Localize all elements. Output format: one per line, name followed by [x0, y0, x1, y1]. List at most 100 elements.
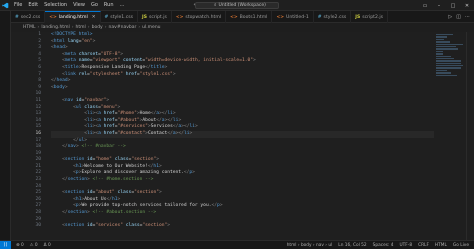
code-area[interactable]: <!DOCTYPE html> <html lang="en"> <head> <m…	[51, 32, 434, 230]
editor-tab[interactable]: JS script.js	[138, 11, 172, 23]
code-line[interactable]: <nav id="navbar">	[51, 98, 434, 105]
editor-tab[interactable]: JS script2.js	[351, 11, 389, 23]
code-token: Responsive Landing Page	[81, 64, 146, 70]
more-actions-icon[interactable]: ⋯	[465, 14, 470, 20]
editor-actions: ▷ ◫ ⋯	[448, 11, 474, 22]
code-token: >	[64, 84, 68, 90]
code-token: rel	[75, 71, 88, 77]
code-editor[interactable]: 1 2 3 4 5 6 7 8 9 10 11 12 13 14 15 16 17 18 19 20 21 22 23 24 2…	[11, 32, 474, 240]
breadcrumb-item[interactable]: nav#navbar	[109, 25, 137, 30]
code-line[interactable]: <!DOCTYPE html>	[51, 32, 434, 39]
remote-indicator-icon[interactable]: ⟩⟨	[0, 240, 11, 249]
code-line[interactable]: <li><a href="#home">Home</a></li>	[51, 111, 434, 118]
code-token: Explore and discover amazing content.	[81, 170, 184, 176]
code-token: nav	[67, 144, 76, 150]
code-token: "section"	[131, 157, 157, 163]
code-token: href	[100, 130, 115, 136]
vscode-logo-icon	[0, 0, 11, 11]
minimap[interactable]	[436, 34, 464, 94]
breadcrumb-item[interactable]: landing.html	[41, 25, 69, 30]
code-token: >	[172, 111, 176, 117]
menu-item-selection[interactable]: Selection	[41, 0, 70, 11]
search-icon: ⌕	[214, 3, 217, 8]
code-line[interactable]: </section> <!-- #home.section -->	[51, 177, 434, 184]
split-editor-icon[interactable]: ◫	[456, 14, 461, 20]
layout-icon[interactable]: ▭	[418, 0, 432, 11]
code-line[interactable]: <li><a href="#services">Services</a></li…	[51, 124, 434, 131]
code-line[interactable]: <html lang="en">	[51, 39, 434, 46]
editor-tab[interactable]: # sec2.css	[11, 11, 46, 23]
menu-item-run[interactable]: Run	[101, 0, 117, 11]
status-item[interactable]: CRLF	[418, 243, 429, 248]
code-line[interactable]: </nav> <!-- #navbar -->	[51, 144, 434, 151]
window-controls: ▭ – □ ✕	[418, 0, 474, 11]
code-token: >	[156, 157, 160, 163]
code-token: ></	[175, 130, 184, 136]
tab-label: Untitled-1	[286, 14, 309, 20]
status-problems-item[interactable]: ⚠ 0	[30, 243, 38, 248]
code-line[interactable]: <section id="services" class="section">	[51, 223, 434, 230]
code-line[interactable]: <link rel="stylesheet" href="style1.css"…	[51, 72, 434, 79]
run-icon[interactable]: ▷	[448, 14, 452, 20]
code-token: >	[192, 170, 195, 176]
vertical-scrollbar[interactable]	[466, 32, 474, 240]
editor-tab[interactable]: # style1.css	[101, 11, 139, 23]
menu-item-edit[interactable]: Edit	[25, 0, 41, 11]
code-token: >	[253, 58, 256, 64]
status-item[interactable]: UTF-8	[400, 243, 413, 248]
line-number: 23	[35, 177, 41, 183]
code-line[interactable]: <title>Responsive Landing Page</title>	[51, 65, 434, 72]
menu-item-view[interactable]: View	[70, 0, 88, 11]
status-item[interactable]: html › body › nav › ul	[287, 243, 333, 248]
code-token: <!-- #navbar -->	[78, 144, 126, 150]
code-token: html	[53, 38, 65, 44]
code-token: >	[117, 196, 121, 202]
menu-more-icon[interactable]: …	[117, 0, 128, 11]
code-token: "services"	[95, 223, 123, 229]
editor-tab[interactable]: # style2.css	[314, 11, 352, 23]
code-line[interactable]: <body>	[51, 85, 434, 92]
breadcrumb-item[interactable]: body	[92, 25, 103, 30]
editor-tab[interactable]: <> Untitled-1	[272, 11, 314, 23]
status-item[interactable]: Spaces: 4	[373, 243, 394, 248]
code-token: "navbar"	[84, 97, 107, 103]
editor-tab[interactable]: <> landing.html ✕	[45, 11, 101, 23]
file-type-icon: #	[15, 14, 19, 20]
code-line[interactable]: <meta name="viewport" content="width=dev…	[51, 58, 434, 65]
code-line[interactable]	[51, 91, 434, 98]
close-icon[interactable]: ✕	[92, 15, 96, 20]
code-token: "stylesheet"	[89, 71, 123, 77]
breadcrumb-item[interactable]: ul.menu	[142, 25, 160, 30]
menu-item-go[interactable]: Go	[88, 0, 101, 11]
status-item[interactable]: Ln 16, Col 52	[338, 243, 366, 248]
code-line[interactable]: </section> <!-- #about.section -->	[51, 210, 434, 217]
status-item[interactable]: HTML	[435, 243, 447, 248]
code-line[interactable]: <li><a href="#contact">Contact</a></li>	[51, 130, 434, 138]
line-number: 15	[35, 124, 41, 130]
code-line[interactable]: </head>	[51, 78, 434, 85]
code-token: id	[84, 157, 93, 163]
editor-tab[interactable]: <> Boots1.html	[226, 11, 273, 23]
editor-tab[interactable]: <> stopwatch.html	[172, 11, 227, 23]
status-problems-item[interactable]: ⊗ 0	[16, 243, 24, 248]
code-line[interactable]: <section id="home" class="section">	[51, 157, 434, 164]
code-token: <!-- #home.section -->	[89, 177, 154, 183]
command-center-search[interactable]: ⌕ Untitled (Workspace)	[195, 2, 279, 9]
menu-item-file[interactable]: File	[11, 0, 25, 11]
maximize-button[interactable]: □	[446, 0, 460, 11]
breadcrumb-item[interactable]: HTML	[23, 25, 36, 30]
status-problems-item[interactable]: Δ 0	[44, 243, 51, 248]
code-line[interactable]: <section id="about" class="section">	[51, 190, 434, 197]
code-line[interactable]: <head>	[51, 45, 434, 52]
breadcrumb-item[interactable]: html	[76, 25, 86, 30]
code-token: id	[84, 223, 93, 229]
status-item[interactable]: Go Live	[453, 243, 469, 248]
minimize-button[interactable]: –	[432, 0, 446, 11]
close-window-button[interactable]: ✕	[460, 0, 474, 11]
tab-label: landing.html	[58, 15, 88, 20]
